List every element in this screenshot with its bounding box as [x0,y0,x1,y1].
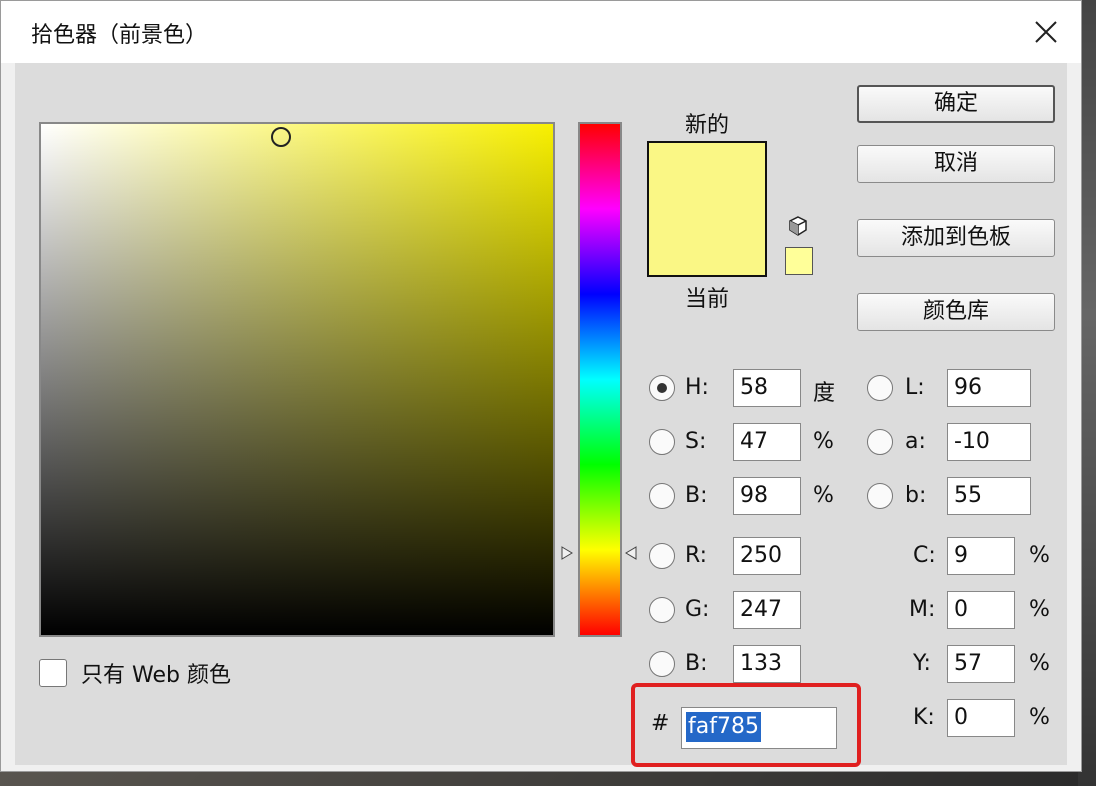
radio-lab-b[interactable] [867,483,893,509]
label-a: a: [905,429,926,454]
label-h: H: [685,375,709,400]
hue-slider[interactable] [578,122,622,637]
ok-button[interactable]: 确定 [857,85,1055,123]
web-safe-swatch[interactable] [785,247,813,275]
title-bar: 拾色器（前景色） [1,1,1081,63]
label-g: G: [685,597,710,622]
add-to-swatches-button[interactable]: 添加到色板 [857,219,1055,257]
field-h[interactable]: 58 [733,369,801,407]
field-s[interactable]: 47 [733,423,801,461]
hue-slider-arrow-right-icon[interactable] [624,546,638,560]
field-g[interactable]: 247 [733,591,801,629]
dialog-body: 只有 Web 颜色 新的 当前 确定 取消 添加到色板 颜色库 H: 58 度 … [15,63,1067,767]
field-l[interactable]: 96 [947,369,1031,407]
new-color-label: 新的 [684,113,729,138]
color-picker-dialog: 拾色器（前景色） 只有 Web 颜色 新的 当前 确定 取消 添加到色板 颜色库… [0,0,1082,772]
radio-blue[interactable] [649,651,675,677]
unit-s: % [813,429,834,454]
unit-h: 度 [813,381,836,406]
current-color-label: 当前 [684,287,729,312]
label-c: C: [913,543,936,568]
radio-b[interactable] [649,483,675,509]
web-only-checkbox[interactable] [39,659,67,687]
radio-h[interactable] [649,375,675,401]
label-y: Y: [913,651,931,676]
color-field-cursor[interactable] [271,127,291,147]
field-blue[interactable]: 133 [733,645,801,683]
label-l: L: [905,375,925,400]
unit-c: % [1029,543,1050,568]
field-r[interactable]: 250 [733,537,801,575]
hue-slider-arrow-left-icon[interactable] [560,546,574,560]
color-preview-swatch [647,141,767,277]
hex-field[interactable]: faf785 [681,707,837,749]
web-only-label: 只有 Web 颜色 [81,663,231,688]
field-a[interactable]: -10 [947,423,1031,461]
close-button[interactable] [1023,9,1069,55]
unit-m: % [1029,597,1050,622]
unit-y: % [1029,651,1050,676]
web-safe-cube-icon[interactable] [787,215,809,237]
label-m: M: [909,597,936,622]
label-lab-b: b: [905,483,927,508]
label-k: K: [913,705,935,730]
radio-a[interactable] [867,429,893,455]
color-libraries-button[interactable]: 颜色库 [857,293,1055,331]
radio-r[interactable] [649,543,675,569]
label-r: R: [685,543,708,568]
field-c[interactable]: 9 [947,537,1015,575]
close-icon [1035,21,1057,43]
unit-k: % [1029,705,1050,730]
label-b: B: [685,483,708,508]
hex-hash-label: # [651,711,670,736]
color-field[interactable] [39,122,555,637]
field-k[interactable]: 0 [947,699,1015,737]
dialog-title: 拾色器（前景色） [31,23,208,48]
label-s: S: [685,429,707,454]
radio-s[interactable] [649,429,675,455]
field-b[interactable]: 98 [733,477,801,515]
field-y[interactable]: 57 [947,645,1015,683]
unit-b: % [813,483,834,508]
cancel-button[interactable]: 取消 [857,145,1055,183]
label-blue: B: [685,651,708,676]
field-m[interactable]: 0 [947,591,1015,629]
hex-value: faf785 [686,712,761,742]
radio-l[interactable] [867,375,893,401]
radio-g[interactable] [649,597,675,623]
field-lab-b[interactable]: 55 [947,477,1031,515]
